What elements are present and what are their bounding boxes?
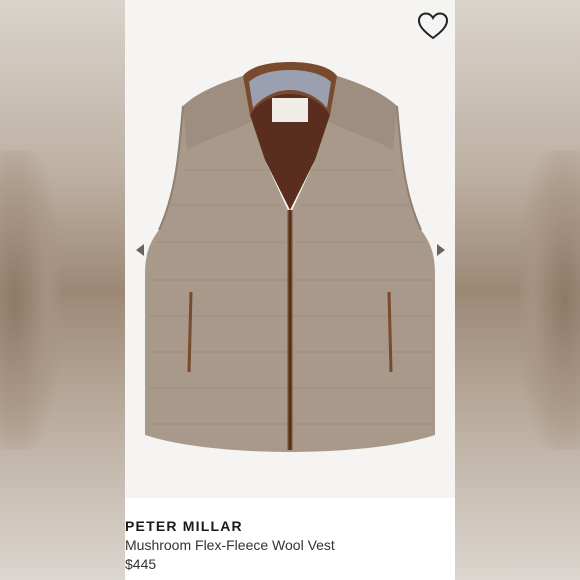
chevron-right-icon[interactable] [437,244,445,256]
product-image[interactable] [125,0,455,498]
chevron-left-icon[interactable] [136,244,144,256]
blurred-background-right [455,0,580,580]
blurred-background-left [0,0,125,580]
product-price: $445 [125,556,157,572]
product-brand[interactable]: PETER MILLAR [125,518,243,534]
product-name[interactable]: Mushroom Flex-Fleece Wool Vest [125,537,335,553]
heart-outline-icon[interactable] [418,12,448,40]
product-card[interactable]: PETER MILLAR Mushroom Flex-Fleece Wool V… [125,0,455,580]
vest-illustration [145,62,435,452]
